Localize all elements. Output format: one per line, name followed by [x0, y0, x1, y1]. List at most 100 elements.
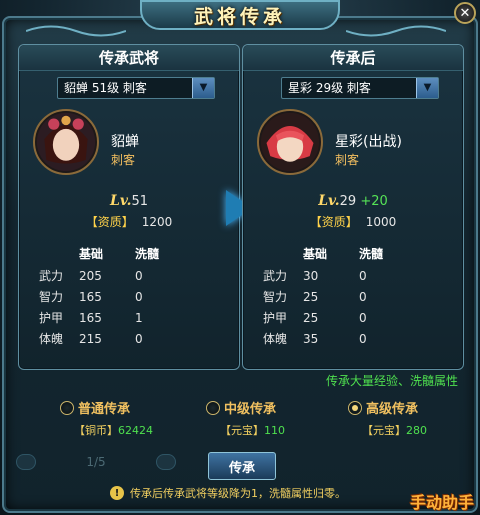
- mode-label: 普通传承: [78, 402, 131, 417]
- stats-row: 护甲 25 0: [263, 307, 453, 328]
- stat-wash: 0: [135, 331, 143, 346]
- next-page-button: [156, 454, 176, 470]
- aptitude-value: 1000: [365, 215, 397, 229]
- stat-name: 护甲: [263, 311, 288, 325]
- stat-wash: 0: [359, 331, 367, 346]
- stat-name: 智力: [263, 290, 288, 304]
- close-icon: ✕: [459, 5, 471, 21]
- source-hero-class: 刺客: [111, 153, 136, 167]
- cost-label: 【元宝】: [220, 424, 264, 437]
- stats-row: 智力 165 0: [39, 286, 229, 307]
- cost-label: 【铜币】: [74, 424, 118, 437]
- source-hero-panel: 传承武将 貂蝉 51级 刺客 ▼ 貂蝉 刺客 Lv.51 【资质】 1200 基础…: [18, 44, 240, 370]
- target-stats-table: 基础 洗髓 武力 30 0 智力 25 0 护甲 25 0 体魄 35 0: [263, 245, 453, 349]
- stat-base: 165: [79, 289, 102, 304]
- stat-base: 35: [303, 331, 319, 346]
- inherit-button[interactable]: 传承: [208, 452, 276, 480]
- stats-header-name: [263, 245, 303, 265]
- cost-value: 110: [264, 424, 285, 437]
- target-hero-select[interactable]: 星彩 29级 刺客 ▼: [281, 77, 439, 99]
- stat-base: 215: [79, 331, 102, 346]
- radio-icon[interactable]: [60, 400, 74, 415]
- mode-label: 高级传承: [366, 402, 419, 417]
- warning-note: ! 传承后传承武将等级降为1，洗髓属性归零。: [110, 485, 346, 501]
- inheritance-hint: 传承大量经验、洗髓属性: [326, 374, 459, 388]
- source-hero-select[interactable]: 貂蝉 51级 刺客 ▼: [57, 77, 215, 99]
- stats-header: 基础 洗髓: [39, 245, 229, 265]
- level-label: Lv.: [110, 193, 132, 209]
- stats-row: 体魄 35 0: [263, 328, 453, 349]
- title-ornament-left-icon: [26, 25, 126, 37]
- mode-label: 中级传承: [224, 402, 277, 417]
- stats-row: 武力 30 0: [263, 265, 453, 286]
- mode-intermediate-cost: 【元宝】110: [220, 422, 285, 438]
- mode-advanced-cost: 【元宝】280: [362, 422, 427, 438]
- stat-wash: 0: [359, 268, 367, 283]
- window-title-plate: 武将传承: [140, 0, 340, 30]
- stats-row: 体魄 215 0: [39, 328, 229, 349]
- target-hero-class: 刺客: [335, 153, 360, 167]
- chevron-down-icon[interactable]: ▼: [416, 78, 438, 98]
- stat-base: 165: [79, 310, 102, 325]
- stats-header: 基础 洗髓: [263, 245, 453, 265]
- stat-wash: 0: [135, 289, 143, 304]
- stat-wash: 0: [135, 268, 143, 283]
- aptitude-label: 【资质】: [85, 215, 134, 229]
- stats-row: 智力 25 0: [263, 286, 453, 307]
- cost-value: 62424: [118, 424, 153, 437]
- window-title: 武将传承: [193, 5, 286, 28]
- stat-name: 体魄: [39, 332, 64, 346]
- stat-base: 205: [79, 268, 102, 283]
- stat-base: 30: [303, 268, 319, 283]
- radio-selected-icon[interactable]: [348, 400, 362, 415]
- level-value: 51: [131, 194, 148, 209]
- chevron-down-icon[interactable]: ▼: [192, 78, 214, 98]
- mode-intermediate-radio[interactable]: 中级传承: [206, 398, 276, 417]
- stat-base: 25: [303, 289, 319, 304]
- background-pager: 1/5: [16, 452, 176, 472]
- target-hero-portrait: [257, 109, 323, 175]
- stats-row: 护甲 165 1: [39, 307, 229, 328]
- prev-page-button: [16, 454, 36, 470]
- source-level: Lv.51: [19, 193, 239, 209]
- source-hero-select-value: 貂蝉 51级 刺客: [64, 81, 147, 95]
- stat-name: 智力: [39, 290, 64, 304]
- level-label: Lv.: [318, 193, 340, 209]
- watermark-logo: 手动助手: [409, 493, 474, 512]
- title-ornament-right-icon: [346, 25, 446, 37]
- stat-name: 武力: [39, 269, 64, 283]
- source-stats-table: 基础 洗髓 武力 205 0 智力 165 0 护甲 165 1 体魄 215 …: [39, 245, 229, 349]
- source-aptitude: 【资质】 1200: [19, 213, 239, 230]
- aptitude-label: 【资质】: [309, 215, 358, 229]
- target-panel-header: 传承后: [243, 45, 463, 71]
- target-level: Lv.29 +20: [243, 193, 463, 209]
- stat-base: 25: [303, 310, 319, 325]
- stat-wash: 0: [359, 289, 367, 304]
- stats-header-name: [39, 245, 79, 265]
- stat-wash: 0: [359, 310, 367, 325]
- level-value: 29: [339, 194, 357, 209]
- stats-header-base: 基础: [79, 247, 104, 261]
- stat-name: 体魄: [263, 332, 288, 346]
- warning-text: 传承后传承武将等级降为1，洗髓属性归零。: [130, 487, 346, 500]
- cost-label: 【元宝】: [362, 424, 406, 437]
- mode-advanced-radio[interactable]: 高级传承: [348, 398, 418, 417]
- mode-normal-cost: 【铜币】62424: [74, 422, 153, 438]
- target-hero-panel: 传承后 星彩 29级 刺客 ▼ 星彩(出战) 刺客 Lv.29 +20 【资质】…: [242, 44, 464, 370]
- stat-name: 武力: [263, 269, 288, 283]
- stat-wash: 1: [135, 310, 143, 325]
- stats-header-wash: 洗髓: [135, 247, 160, 261]
- radio-icon[interactable]: [206, 400, 220, 415]
- mode-normal-radio[interactable]: 普通传承: [60, 398, 130, 417]
- source-hero-portrait: [33, 109, 99, 175]
- source-panel-header: 传承武将: [19, 45, 239, 71]
- stats-row: 武力 205 0: [39, 265, 229, 286]
- page-indicator: 1/5: [86, 455, 106, 469]
- stats-header-base: 基础: [303, 247, 328, 261]
- aptitude-value: 1200: [141, 215, 173, 229]
- target-hero-name: 星彩(出战): [335, 134, 402, 150]
- source-hero-name: 貂蝉: [111, 134, 139, 150]
- close-button[interactable]: ✕: [454, 2, 476, 24]
- warning-icon: !: [110, 486, 124, 500]
- target-aptitude: 【资质】 1000: [243, 213, 463, 230]
